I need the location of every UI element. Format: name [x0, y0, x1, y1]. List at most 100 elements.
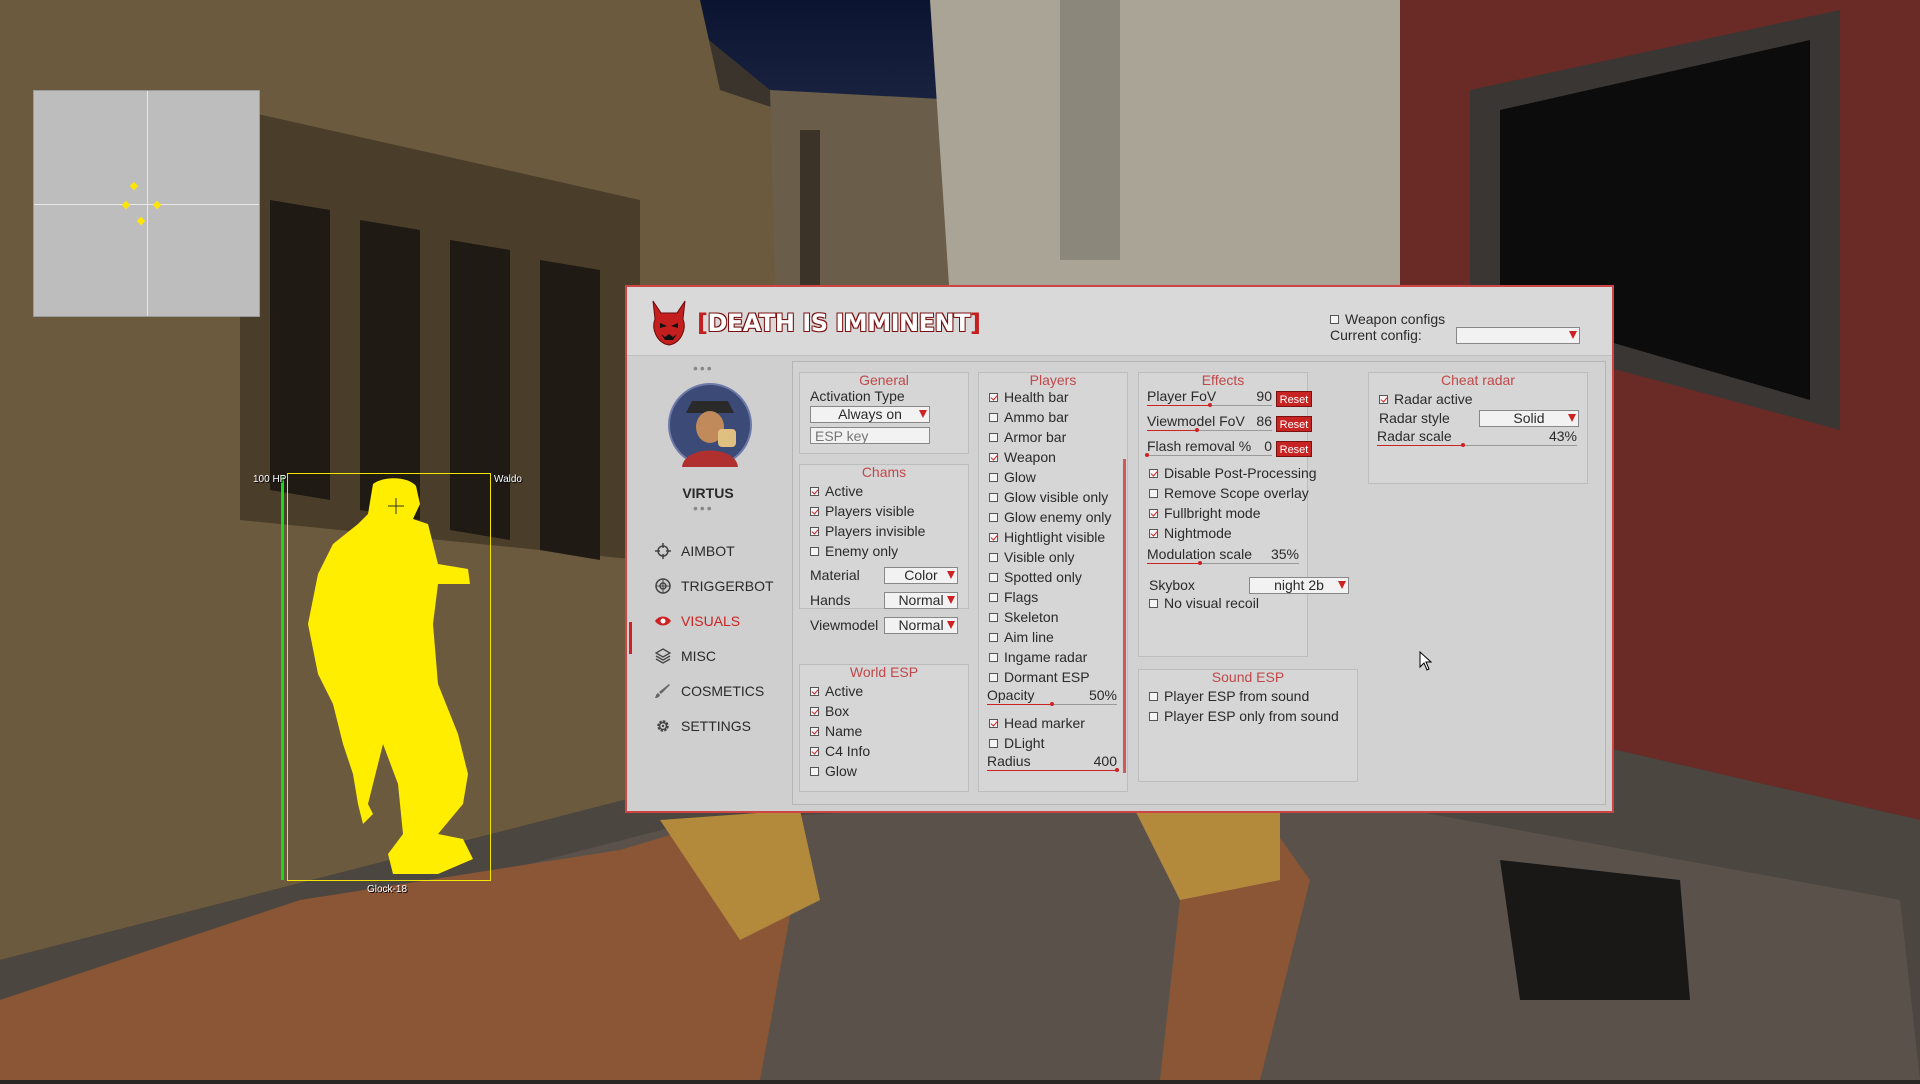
- checkbox-checked[interactable]: [1149, 468, 1158, 478]
- checkbox-checked[interactable]: [1149, 528, 1158, 538]
- nav-misc[interactable]: MISC: [655, 648, 716, 664]
- checkbox-checked[interactable]: [989, 532, 998, 542]
- players-highlight-visible-checkbox[interactable]: Hightlight visible: [989, 529, 1105, 545]
- players-head-marker-checkbox[interactable]: Head marker: [989, 715, 1085, 731]
- checkbox-unchecked[interactable]: [989, 552, 998, 562]
- viewmodel-dropdown[interactable]: Normal: [884, 617, 958, 634]
- remove-scope-overlay-checkbox[interactable]: Remove Scope overlay: [1149, 485, 1309, 501]
- nav-cosmetics[interactable]: COSMETICS: [655, 683, 764, 699]
- disable-post-processing-checkbox[interactable]: Disable Post-Processing: [1149, 465, 1317, 481]
- checkbox-checked[interactable]: [810, 506, 819, 516]
- chams-players-invisible-checkbox[interactable]: Players invisible: [810, 523, 925, 539]
- no-visual-recoil-checkbox[interactable]: No visual recoil: [1149, 595, 1259, 611]
- checkbox-unchecked[interactable]: [989, 738, 998, 748]
- radar-scale-slider[interactable]: Radar scale 43%: [1377, 428, 1577, 448]
- fullbright-mode-checkbox[interactable]: Fullbright mode: [1149, 505, 1261, 521]
- player-esp-from-sound-checkbox[interactable]: Player ESP from sound: [1149, 688, 1309, 704]
- skybox-dropdown[interactable]: night 2b: [1249, 577, 1349, 594]
- chams-players-visible-checkbox[interactable]: Players visible: [810, 503, 914, 519]
- viewmodel-fov-slider[interactable]: Viewmodel FoV 86: [1147, 413, 1272, 433]
- viewmodel-fov-reset-button[interactable]: Reset: [1276, 416, 1312, 432]
- players-glow-enemy-only-checkbox[interactable]: Glow enemy only: [989, 509, 1111, 525]
- checkbox-unchecked[interactable]: [989, 632, 998, 642]
- radar-active-checkbox[interactable]: Radar active: [1379, 391, 1473, 407]
- checkbox-checked[interactable]: [1379, 394, 1388, 404]
- checkbox-unchecked[interactable]: [989, 512, 998, 522]
- flash-removal-knob[interactable]: [1145, 453, 1149, 457]
- flash-removal-slider[interactable]: Flash removal % 0: [1145, 438, 1272, 458]
- players-armor-bar-checkbox[interactable]: Armor bar: [989, 429, 1066, 445]
- weapon-configs-checkbox[interactable]: Weapon configs: [1330, 311, 1445, 327]
- players-aim-line-checkbox[interactable]: Aim line: [989, 629, 1054, 645]
- checkbox-unchecked[interactable]: [1149, 691, 1158, 701]
- chams-active-checkbox[interactable]: Active: [810, 483, 863, 499]
- more-dots-icon[interactable]: •••: [693, 500, 714, 516]
- radius-track[interactable]: [987, 768, 1119, 772]
- checkbox-unchecked[interactable]: [989, 672, 998, 682]
- world-esp-name-checkbox[interactable]: Name: [810, 723, 862, 739]
- checkbox-checked[interactable]: [989, 392, 998, 402]
- radius-knob[interactable]: [1115, 768, 1119, 772]
- opacity-knob[interactable]: [1050, 702, 1054, 706]
- modulation-scale-knob[interactable]: [1198, 561, 1203, 565]
- more-dots-icon[interactable]: •••: [693, 360, 714, 376]
- nav-triggerbot[interactable]: TRIGGERBOT: [655, 578, 774, 594]
- players-glow-visible-only-checkbox[interactable]: Glow visible only: [989, 489, 1108, 505]
- flash-removal-reset-button[interactable]: Reset: [1276, 441, 1312, 457]
- players-ingame-radar-checkbox[interactable]: Ingame radar: [989, 649, 1087, 665]
- chams-enemy-only-checkbox[interactable]: Enemy only: [810, 543, 898, 559]
- players-health-bar-checkbox[interactable]: Health bar: [989, 389, 1069, 405]
- players-spotted-only-checkbox[interactable]: Spotted only: [989, 569, 1082, 585]
- current-config-dropdown[interactable]: [1456, 327, 1580, 344]
- radar-scale-knob[interactable]: [1461, 443, 1465, 447]
- nav-aimbot[interactable]: AIMBOT: [655, 543, 735, 559]
- players-skeleton-checkbox[interactable]: Skeleton: [989, 609, 1058, 625]
- activation-type-dropdown[interactable]: Always on: [810, 406, 930, 423]
- nav-settings[interactable]: SETTINGS: [655, 718, 751, 734]
- checkbox-unchecked[interactable]: [989, 432, 998, 442]
- checkbox-unchecked[interactable]: [989, 572, 998, 582]
- players-ammo-bar-checkbox[interactable]: Ammo bar: [989, 409, 1069, 425]
- world-esp-c4-info-checkbox[interactable]: C4 Info: [810, 743, 870, 759]
- checkbox-unchecked[interactable]: [810, 766, 819, 776]
- radius-slider[interactable]: Radius 400: [987, 753, 1119, 773]
- viewmodel-fov-track[interactable]: [1147, 428, 1272, 432]
- checkbox-unchecked[interactable]: [989, 492, 998, 502]
- checkbox-unchecked[interactable]: [989, 472, 998, 482]
- hands-dropdown[interactable]: Normal: [884, 592, 958, 609]
- checkbox-checked[interactable]: [810, 726, 819, 736]
- modulation-scale-track[interactable]: [1147, 561, 1299, 565]
- viewmodel-fov-knob[interactable]: [1195, 428, 1199, 432]
- players-dormant-esp-checkbox[interactable]: Dormant ESP: [989, 669, 1090, 685]
- checkbox-unchecked[interactable]: [1149, 598, 1158, 608]
- checkbox-checked[interactable]: [989, 718, 998, 728]
- checkbox-checked[interactable]: [810, 486, 819, 496]
- player-fov-slider[interactable]: Player FoV 90: [1147, 388, 1272, 408]
- player-fov-knob[interactable]: [1207, 403, 1212, 407]
- radar-style-dropdown[interactable]: Solid: [1479, 410, 1579, 427]
- checkbox-checked[interactable]: [810, 526, 819, 536]
- opacity-slider[interactable]: Opacity 50%: [987, 687, 1117, 707]
- checkbox-unchecked[interactable]: [989, 652, 998, 662]
- checkbox-checked[interactable]: [989, 452, 998, 462]
- player-fov-track[interactable]: [1147, 403, 1272, 407]
- checkbox-unchecked[interactable]: [1149, 488, 1158, 498]
- flash-removal-track[interactable]: [1145, 453, 1272, 457]
- menu-titlebar[interactable]: [DEATH IS IMMINENT] Weapon configs Curre…: [627, 287, 1612, 356]
- player-fov-reset-button[interactable]: Reset: [1276, 391, 1312, 407]
- nightmode-checkbox[interactable]: Nightmode: [1149, 525, 1232, 541]
- player-esp-only-from-sound-checkbox[interactable]: Player ESP only from sound: [1149, 708, 1339, 724]
- opacity-track[interactable]: [987, 702, 1117, 706]
- modulation-scale-slider[interactable]: Modulation scale 35%: [1147, 546, 1299, 566]
- material-dropdown[interactable]: Color: [884, 567, 958, 584]
- checkbox-unchecked[interactable]: [989, 612, 998, 622]
- checkbox-checked[interactable]: [810, 686, 819, 696]
- world-esp-glow-checkbox[interactable]: Glow: [810, 763, 857, 779]
- players-flags-checkbox[interactable]: Flags: [989, 589, 1038, 605]
- nav-visuals[interactable]: VISUALS: [655, 613, 740, 629]
- checkbox-unchecked[interactable]: [989, 592, 998, 602]
- players-dlight-checkbox[interactable]: DLight: [989, 735, 1044, 751]
- players-scrollbar[interactable]: [1123, 459, 1126, 773]
- esp-key-input[interactable]: [810, 427, 930, 444]
- checkbox-unchecked[interactable]: [1149, 711, 1158, 721]
